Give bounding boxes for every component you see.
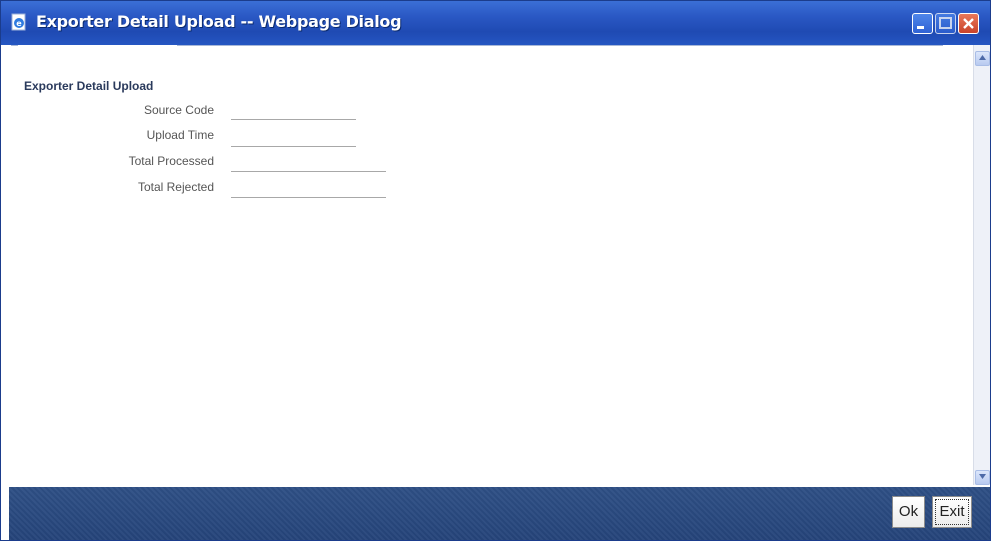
window-title: Exporter Detail Upload -- Webpage Dialog [36, 12, 402, 31]
upload-time-label: Upload Time [146, 128, 214, 142]
total-rejected-field [231, 197, 386, 198]
ok-button[interactable]: Ok [892, 496, 925, 528]
fieldset-border-right [177, 45, 943, 46]
close-icon [963, 18, 974, 29]
fieldset-legend: Exporter Detail Upload [20, 79, 158, 93]
fieldset-border-left [11, 45, 18, 46]
ie-page-icon: e [10, 13, 28, 31]
total-processed-field [231, 171, 386, 172]
total-rejected-label: Total Rejected [137, 180, 214, 194]
source-code-label: Source Code [143, 103, 214, 117]
arrow-down-icon [979, 474, 986, 479]
exit-button[interactable]: Exit [932, 496, 972, 528]
scroll-down-button[interactable] [975, 470, 990, 485]
arrow-up-icon [979, 55, 986, 60]
minimize-button[interactable] [912, 13, 933, 34]
maximize-button[interactable] [935, 13, 956, 34]
total-processed-label: Total Processed [128, 154, 214, 168]
dialog-footer [9, 487, 990, 540]
title-bar[interactable]: e Exporter Detail Upload -- Webpage Dial… [1, 1, 990, 45]
svg-text:e: e [16, 19, 22, 28]
scroll-up-button[interactable] [975, 51, 990, 66]
vertical-scrollbar[interactable] [973, 45, 990, 485]
source-code-field [231, 119, 356, 120]
upload-time-field [231, 146, 356, 147]
close-button[interactable] [958, 13, 979, 34]
dialog-window: e Exporter Detail Upload -- Webpage Dial… [0, 0, 991, 541]
